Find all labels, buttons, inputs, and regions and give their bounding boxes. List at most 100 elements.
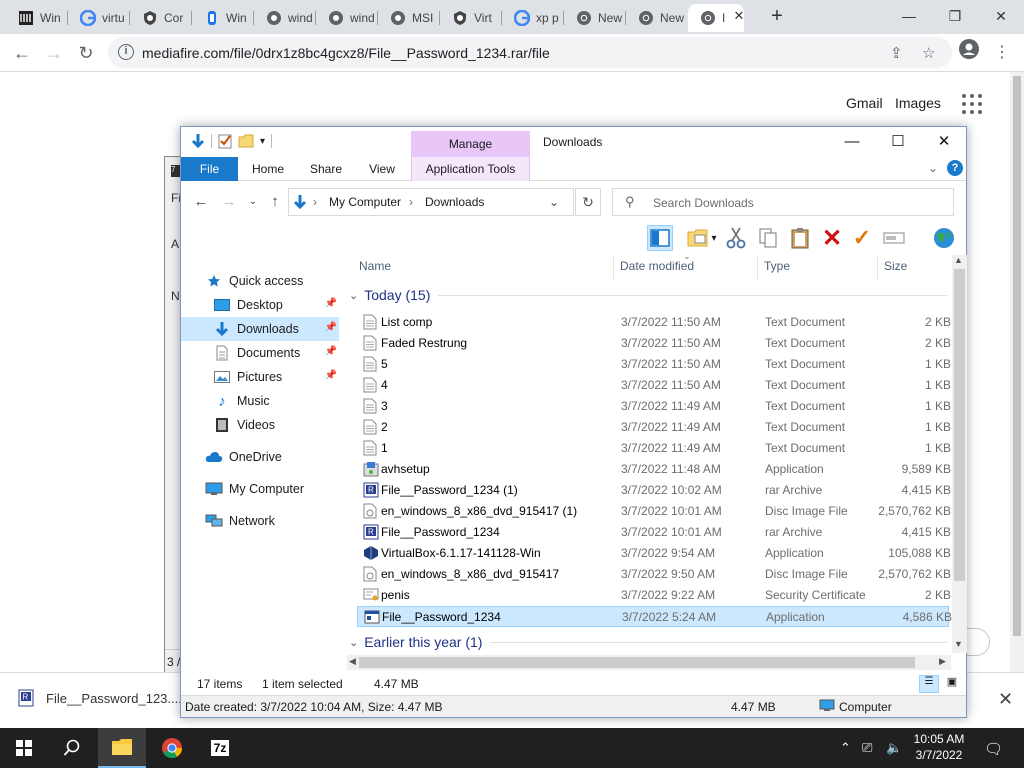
reload-button[interactable]: ↻ [72,39,100,67]
file-row[interactable]: penis 3/7/2022 9:22 AM Security Certificat… [357,585,951,606]
file-row[interactable]: R File__Password_1234 3/7/2022 10:01 AM rar… [357,522,951,543]
address-bar[interactable]: i mediafire.com/file/0drx1z8bc4gcxz8/Fil… [108,37,952,68]
scissors-icon[interactable] [723,225,749,251]
paste-icon[interactable] [787,225,813,251]
browser-tab[interactable]: wind [254,4,316,32]
pin-icon[interactable]: 📌 [325,322,337,333]
close-explorer-button[interactable]: ✕ [921,127,967,157]
breadcrumb-my-computer[interactable]: My Computer [329,195,401,209]
column-name[interactable]: Name [359,259,391,273]
delete-icon[interactable]: ✕ [819,225,845,252]
nav-network[interactable]: Network [205,509,339,533]
explorer-forward-button[interactable]: → [219,191,239,213]
close-browser-button[interactable]: ✕ [978,2,1024,30]
collapse-chevron-icon[interactable]: ⌄ [349,636,358,649]
file-row[interactable]: avhsetup 3/7/2022 11:48 AM Application 9,58… [357,459,951,480]
minimize-explorer-button[interactable]: — [829,127,875,157]
tab-home[interactable]: Home [241,157,295,181]
up-one-level-button[interactable]: ↑ [265,191,285,213]
bookmark-star-icon[interactable]: ☆ [922,44,935,62]
search-taskbar-button[interactable] [48,728,96,768]
file-row[interactable]: 4 3/7/2022 11:50 AM Text Document 1 KB [357,375,951,396]
7zip-taskbar-button[interactable]: 7z [196,728,244,768]
explorer-address-bar[interactable]: › My Computer › Downloads ⌄ [288,188,574,216]
notifications-icon[interactable]: 🗨 [984,740,1003,758]
address-dropdown-icon[interactable]: ⌄ [549,195,559,209]
file-list-vertical-scrollbar[interactable]: ▲ ▼ [952,255,967,653]
forward-button[interactable]: → [40,39,68,67]
group-header-today[interactable]: ⌄ Today (15) [347,287,947,303]
page-scrollbar[interactable] [1010,72,1024,672]
nav-videos[interactable]: Videos [213,413,339,437]
scroll-right-icon[interactable]: ▶ [939,656,946,667]
preview-pane-icon[interactable] [647,225,673,251]
browser-tab[interactable]: Win [192,4,254,32]
nav-music[interactable]: ♪ Music [213,389,339,413]
rename-icon[interactable] [881,225,907,251]
file-explorer-window[interactable]: ▾ Manage Downloads — ☐ ✕ File Home Share… [180,126,967,718]
tab-share[interactable]: Share [299,157,353,181]
explorer-back-button[interactable]: ← [191,191,211,213]
volume-icon[interactable]: 🔈 [886,740,902,756]
close-download-bar-icon[interactable]: ✕ [998,689,1013,710]
images-link[interactable]: Images [895,95,941,111]
pin-icon[interactable]: 📌 [325,298,337,309]
file-row[interactable]: Faded Restrung 3/7/2022 11:50 AM Text Docu… [357,333,951,354]
close-tab-icon[interactable]: ✕ [731,8,747,24]
tab-file[interactable]: File [181,157,238,181]
file-list-horizontal-scrollbar[interactable]: ◀ ▶ [347,655,951,670]
tab-view[interactable]: View [357,157,407,181]
search-downloads-input[interactable]: ⚲ Search Downloads [612,188,954,216]
browser-tab[interactable]: Virt [440,4,502,32]
minimize-browser-button[interactable]: — [886,2,932,30]
nav-onedrive[interactable]: OneDrive [205,445,339,469]
nav-quick-access[interactable]: Quick access [205,269,339,293]
network-tray-icon[interactable]: ⎚ [862,740,872,756]
down-arrow-icon[interactable] [191,133,205,149]
browser-tab[interactable]: virtu [68,4,130,32]
nav-my-computer[interactable]: My Computer [205,477,339,501]
explorer-titlebar[interactable]: ▾ Manage Downloads — ☐ ✕ [181,127,966,157]
details-view-icon[interactable]: ☰ [919,675,939,693]
new-tab-button[interactable]: + [766,6,788,28]
profile-avatar[interactable] [955,39,983,67]
download-item[interactable]: R File__Password_123....rar [18,689,198,707]
restore-browser-button[interactable]: ❐ [932,2,978,30]
browser-tab[interactable]: New [626,4,688,32]
file-row[interactable]: 5 3/7/2022 11:50 AM Text Document 1 KB [357,354,951,375]
scroll-up-icon[interactable]: ▲ [954,255,963,265]
file-row[interactable]: en_windows_8_x86_dvd_915417 (1) 3/7/2022 … [357,501,951,522]
expand-ribbon-icon[interactable]: ⌄ [928,161,938,175]
scrollbar-thumb[interactable] [359,657,915,668]
back-button[interactable]: ← [8,39,36,67]
share-icon[interactable]: ⇪ [890,44,903,62]
scroll-down-icon[interactable]: ▼ [954,639,963,649]
large-icons-view-icon[interactable]: ▣ [943,675,961,693]
checkmark-icon[interactable]: ✓ [849,225,875,251]
file-row[interactable]: R File__Password_1234 (1) 3/7/2022 10:02 A… [357,480,951,501]
customize-qat-icon[interactable]: ▾ [260,136,265,147]
scroll-left-icon[interactable]: ◀ [349,656,356,667]
file-row[interactable]: VirtualBox-6.1.17-141128-Win 3/7/2022 9:5… [357,543,951,564]
scrollbar-thumb[interactable] [954,269,965,581]
help-icon[interactable]: ? [947,160,963,176]
apps-grid-icon[interactable] [962,94,982,114]
browser-tab[interactable]: Win [6,4,68,32]
nav-pictures[interactable]: Pictures 📌 [213,365,339,389]
manage-contextual-tab[interactable]: Manage [411,131,530,157]
file-row[interactable]: 1 3/7/2022 11:49 AM Text Document 1 KB [357,438,951,459]
browser-menu-icon[interactable]: ⋮ [988,39,1016,67]
file-row[interactable]: 3 3/7/2022 11:49 AM Text Document 1 KB [357,396,951,417]
file-row[interactable]: List comp 3/7/2022 11:50 AM Text Document 2… [357,312,951,333]
show-hidden-icons-icon[interactable]: ⌃ [840,740,851,756]
file-row[interactable]: en_windows_8_x86_dvd_915417 3/7/2022 9:50… [357,564,951,585]
site-info-icon[interactable]: i [118,44,134,60]
gmail-link[interactable]: Gmail [846,95,883,111]
file-row[interactable]: 2 3/7/2022 11:49 AM Text Document 1 KB [357,417,951,438]
maximize-explorer-button[interactable]: ☐ [875,127,921,157]
refresh-button[interactable]: ↻ [575,188,601,216]
collapse-chevron-icon[interactable]: ⌄ [349,289,358,302]
file-explorer-taskbar-button[interactable] [98,728,146,768]
breadcrumb-downloads[interactable]: Downloads [425,195,484,209]
new-folder-icon[interactable] [238,134,254,148]
